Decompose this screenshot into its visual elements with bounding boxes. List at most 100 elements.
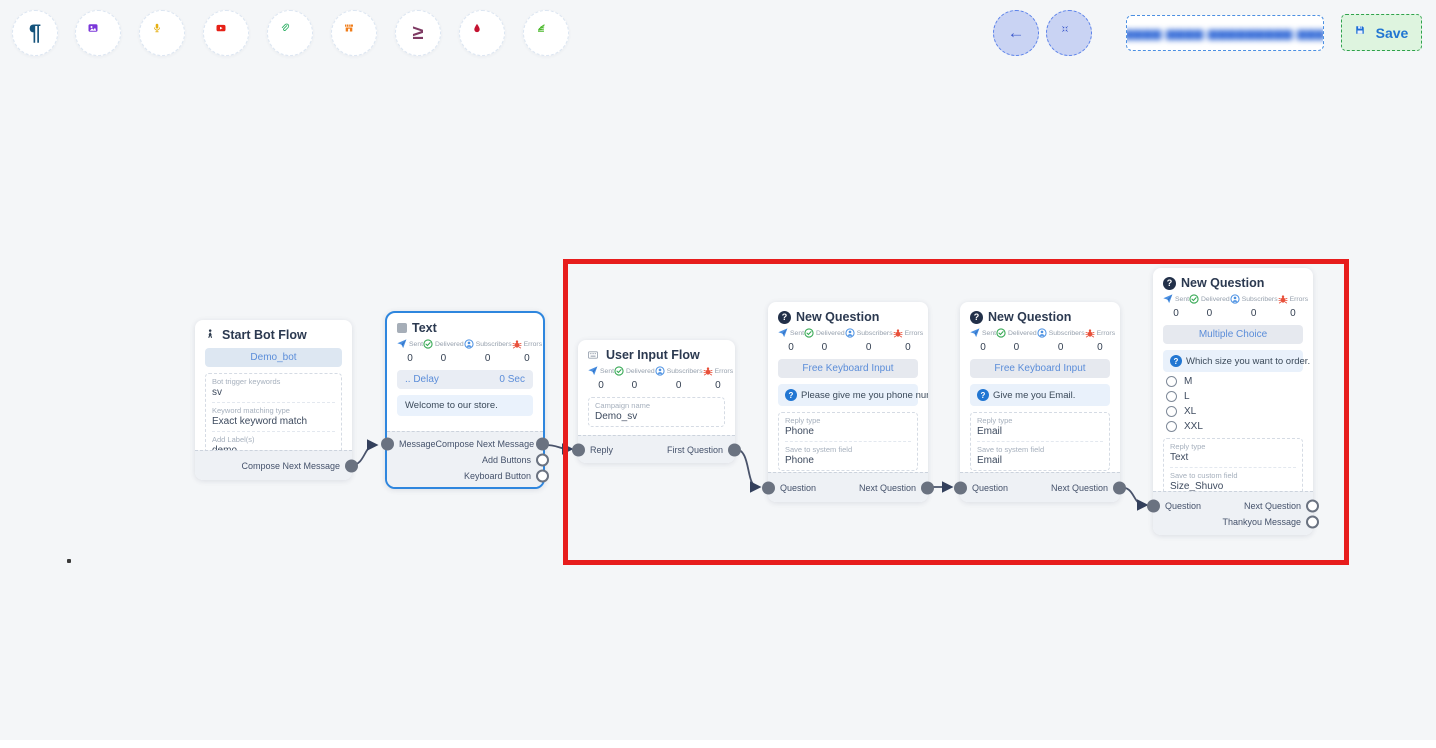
fit-view-icon [1060,24,1078,42]
bot-name-button[interactable]: Demo_bot [205,348,342,367]
node-start-bot-flow[interactable]: Start Bot Flow Demo_bot Bot trigger keyw… [195,320,352,480]
field-label: Bot trigger keywords [212,377,335,386]
next-question-port[interactable] [1113,481,1126,494]
radio-icon[interactable] [1166,421,1177,432]
stat-sent: Sent0 [778,328,804,353]
add-buttons-port[interactable] [536,453,549,466]
next-question-action[interactable]: Next Question [1244,501,1301,511]
next-question-action[interactable]: Next Question [859,483,916,493]
compose-next-message-port[interactable] [536,437,549,450]
reply-type-button[interactable]: Multiple Choice [1163,325,1303,344]
delay-row[interactable]: .. Delay0 Sec [397,370,533,389]
stats-row: Sent0Delivered0Subscribers0Errors0 [1163,294,1303,319]
question-text-box[interactable]: Which size you want to order. [1163,350,1303,372]
stats-row: Sent0Delivered0Subscribers0Errors0 [588,366,725,391]
subscribers-icon [1230,294,1240,304]
compose-next-message-action[interactable]: Compose Next Message [436,439,535,449]
cursor-artifact-dot [67,559,71,563]
stat-value: 0 [588,380,614,391]
option-xl[interactable]: XL [1166,406,1303,417]
stat-value: 0 [614,380,655,391]
question-text: Which size you want to order. [1186,356,1310,367]
toolbar-drip-button[interactable] [459,10,505,56]
back-button[interactable]: ← [993,10,1039,56]
reply-fields: Reply typeEmail Save to system fieldEmai… [970,412,1110,471]
stat-sent: Sent0 [588,366,614,391]
toolbar-text-button[interactable]: ¶ [12,10,58,56]
toolbar-ecommerce-button[interactable] [331,10,377,56]
message-input-port[interactable] [381,437,394,450]
compose-next-message-port[interactable] [345,459,358,472]
thankyou-message-port[interactable] [1306,515,1319,528]
errors-icon [1278,294,1288,304]
flow-name-input[interactable]: ▆▆▆▆ ▆▆▆▆ ▆▆▆▆▆▆▆▆▆ ▆▆▆ [1126,15,1324,51]
keyboard-button-port[interactable] [536,469,549,482]
keyboard-button-action[interactable]: Keyboard Button [464,471,531,481]
reply-type-button[interactable]: Free Keyboard Input [970,359,1110,378]
radio-icon[interactable] [1166,391,1177,402]
node-text-message[interactable]: Text Sent0Delivered0Subscribers0Errors0 … [385,311,545,489]
node-user-input-flow[interactable]: User Input Flow Sent0Delivered0Subscribe… [578,340,735,463]
option-label: XXL [1184,421,1203,432]
fit-view-button[interactable] [1046,10,1092,56]
thankyou-message-action[interactable]: Thankyou Message [1222,517,1301,527]
node-new-question-phone[interactable]: New Question Sent0Delivered0Subscribers0… [768,302,928,502]
stat-value: 0 [845,342,893,353]
stat-errors: Errors0 [512,339,543,364]
text-block-icon [397,323,407,333]
option-l[interactable]: L [1166,391,1303,402]
stat-label: Sent [982,330,996,337]
reply-input-port[interactable] [572,443,585,456]
save-button[interactable]: Save [1341,14,1422,51]
question-input-port[interactable] [954,481,967,494]
stat-sent: Sent0 [970,328,996,353]
compose-next-message-action[interactable]: Compose Next Message [241,461,340,471]
node-new-question-size[interactable]: New Question Sent0Delivered0Subscribers0… [1153,268,1313,535]
field-value: Email [977,426,1103,437]
field-value: Phone [785,455,911,466]
field-campaign-name: Campaign nameDemo_sv [595,398,718,426]
toolbar-audio-button[interactable] [139,10,185,56]
toolbar-user-input-button[interactable]: ≥ [395,10,441,56]
stat-label: Subscribers [1242,296,1278,303]
option-xxl[interactable]: XXL [1166,421,1303,432]
reply-type-button[interactable]: Free Keyboard Input [778,359,918,378]
subscribers-icon [464,339,474,349]
question-text-box[interactable]: Give me you Email. [970,384,1110,406]
stat-errors: Errors0 [1278,294,1309,319]
image-icon [88,23,108,43]
toolbar-video-button[interactable] [203,10,249,56]
toolbar-file-button[interactable] [267,10,313,56]
field-label: Reply type [977,416,1103,425]
next-question-port[interactable] [1306,499,1319,512]
input-port-label: Question [972,483,1008,493]
stats-row: Sent0Delivered0Subscribers0Errors0 [778,328,918,353]
errors-icon [703,366,713,376]
question-text-box[interactable]: Please give me you phone number. [778,384,918,406]
microphone-icon [152,23,172,43]
add-buttons-action[interactable]: Add Buttons [482,455,531,465]
toolbar-sequence-button[interactable] [523,10,569,56]
question-input-port[interactable] [762,481,775,494]
option-m[interactable]: M [1166,376,1303,387]
question-input-port[interactable] [1147,499,1160,512]
stat-subscribers: Subscribers0 [1037,328,1085,353]
stat-label: Subscribers [667,368,703,375]
next-question-port[interactable] [921,481,934,494]
first-question-action[interactable]: First Question [667,445,723,455]
first-question-port[interactable] [728,443,741,456]
radio-icon[interactable] [1166,376,1177,387]
stat-value: 0 [1037,342,1085,353]
toolbar-image-button[interactable] [75,10,121,56]
stat-label: Errors [715,368,734,375]
subscribers-icon [655,366,665,376]
field-reply-type: Reply typeEmail [977,413,1103,442]
input-port-label: Question [780,483,816,493]
node-new-question-email[interactable]: New Question Sent0Delivered0Subscribers0… [960,302,1120,502]
field-value: Exact keyword match [212,416,335,427]
message-text-box[interactable]: Welcome to our store. [397,395,533,416]
question-icon [970,311,983,324]
youtube-icon [216,23,236,43]
next-question-action[interactable]: Next Question [1051,483,1108,493]
radio-icon[interactable] [1166,406,1177,417]
